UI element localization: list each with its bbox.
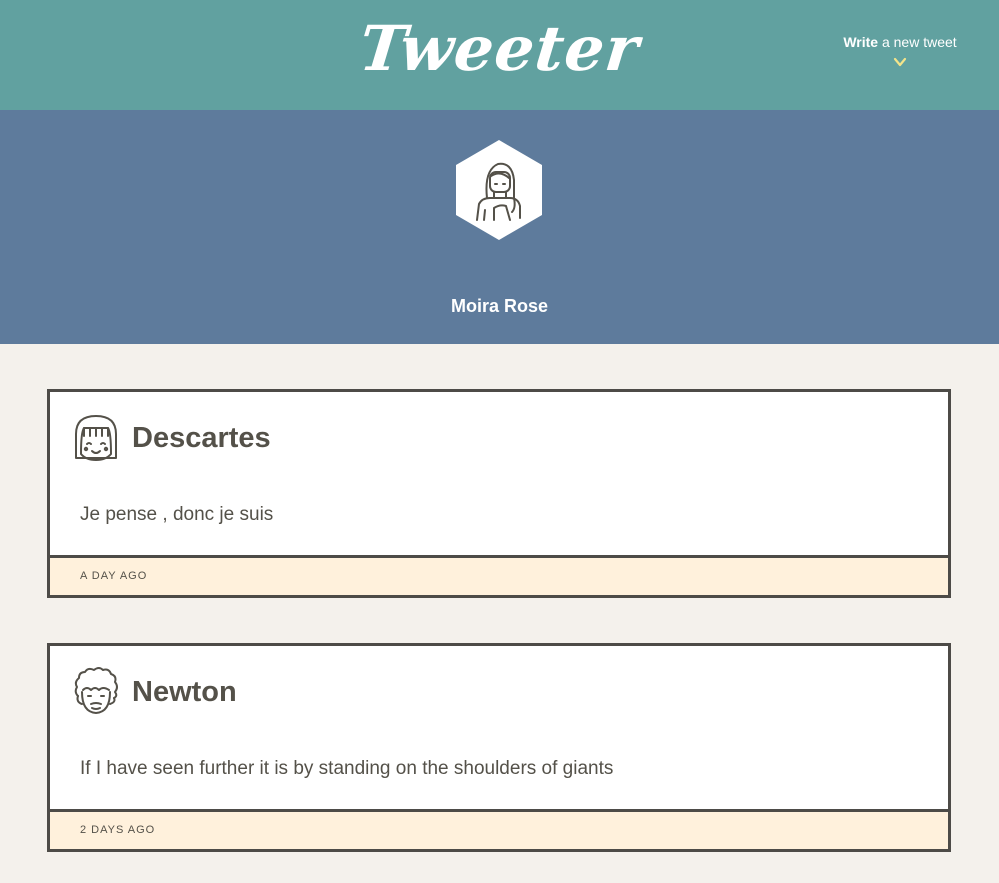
profile-banner: Moira Rose: [0, 110, 999, 344]
write-new-tweet-button[interactable]: Write a new tweet: [835, 34, 965, 68]
tweet-text: Je pense , donc je suis: [80, 504, 274, 525]
write-label-rest: a new tweet: [878, 34, 957, 50]
tweet-text: If I have seen further it is by standing…: [80, 758, 614, 779]
tweet-card: Newton If I have seen further it is by s…: [47, 643, 951, 852]
woman-avatar-icon: [456, 140, 542, 240]
write-new-tweet-label: Write a new tweet: [835, 34, 965, 50]
tweet-card: Descartes Je pense , donc je suis A DAY …: [47, 389, 951, 598]
tweet-timestamp: 2 DAYS AGO: [80, 824, 156, 836]
tweet-footer: A DAY AGO: [50, 555, 948, 595]
tweet-author-name: Newton: [132, 675, 237, 708]
girl-face-avatar-icon: [75, 415, 117, 461]
profile-name: Moira Rose: [450, 296, 549, 316]
chevron-down-icon[interactable]: [893, 56, 907, 68]
tweet-author-name: Descartes: [132, 421, 271, 454]
top-navigation-bar: Tweeter Write a new tweet: [0, 0, 999, 110]
tweet-timestamp: A DAY AGO: [80, 570, 148, 582]
write-label-strong: Write: [843, 34, 879, 50]
curly-hair-face-avatar-icon: [74, 667, 118, 714]
tweet-footer: 2 DAYS AGO: [50, 809, 948, 849]
tweet-header: Descartes: [72, 412, 271, 464]
tweet-header: Newton: [72, 666, 237, 718]
